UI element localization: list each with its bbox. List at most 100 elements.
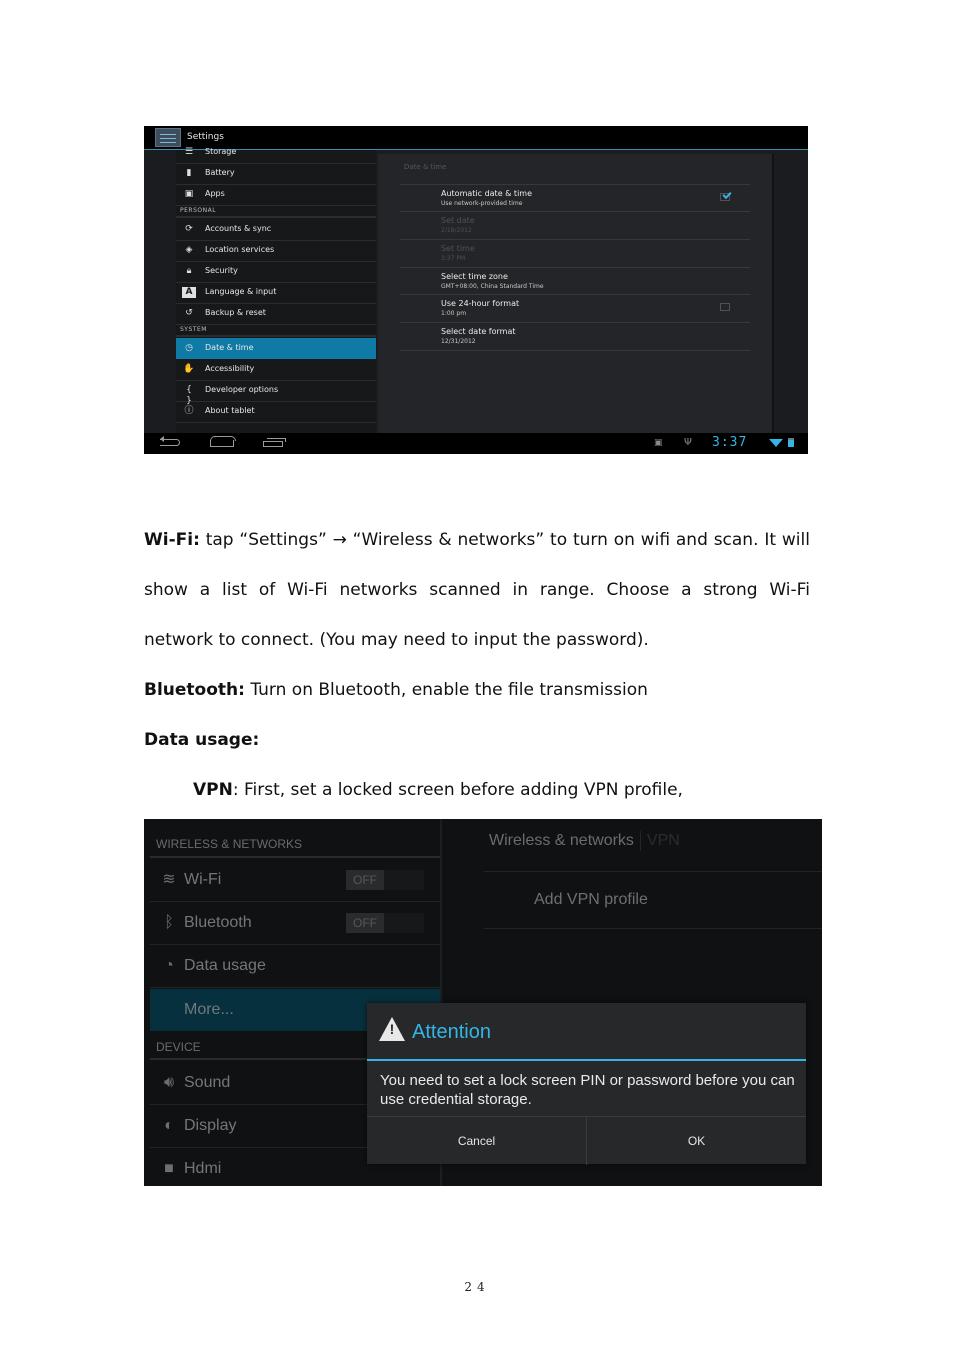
sidebar-item-bluetooth[interactable]: ᛒ Bluetooth OFF [150,902,440,945]
pref-title: Use 24-hour format [441,299,520,308]
pref-summary: 3:37 PM [441,255,466,262]
sidebar-item-label: Battery [205,168,235,177]
vpn-label: VPN [193,780,233,800]
breadcrumb-current: VPN [646,832,680,850]
section-header-system: SYSTEM [180,326,207,333]
toggle-state: OFF [346,913,384,933]
sidebar-item-battery[interactable]: ▮ Battery [176,163,376,185]
vpn-text: : First, set a locked screen before addi… [232,780,683,800]
system-navigation-bar: ▣ Ψ 3:37 [144,433,808,454]
checkbox-checked[interactable] [720,193,730,201]
add-vpn-profile-button[interactable]: Add VPN profile [534,891,648,909]
usb-icon: Ψ [684,437,692,448]
pref-summary: 2/18/2012 [441,227,472,234]
home-icon[interactable] [210,436,236,447]
sidebar-item-label: Data usage [184,957,266,974]
sidebar-item-label: Hdmi [184,1160,222,1177]
word: show [144,580,188,600]
word: a [199,580,211,600]
word: → [332,530,347,550]
display-icon: ◐ [164,1117,174,1134]
sidebar-item-date-time[interactable]: ◷ Date & time [176,338,376,359]
wifi-label: Wi-Fi: [144,530,200,550]
section-header-wireless-networks: WIRELESS & NETWORKS [156,837,303,851]
word: a [681,580,692,600]
sidebar-item-apps[interactable]: ▣ Apps [176,184,376,206]
word: It [764,530,777,550]
pref-set-time[interactable]: Set time 3:37 PM [400,239,750,267]
word: strong [703,580,758,600]
sidebar-item-security[interactable]: 🔒︎ Security [176,261,376,283]
sync-icon: ⟳ [185,224,193,234]
sidebar-item-location-services[interactable]: ◈ Location services [176,240,376,262]
word: Wi-Fi [287,580,328,600]
pref-select-time-zone[interactable]: Select time zone GMT+08:00, China Standa… [400,267,750,295]
sidebar-item-backup-reset[interactable]: ↺ Backup & reset [176,303,376,325]
wifi-icon: ≋ [162,871,176,888]
breadcrumb-separator [639,831,641,851]
pref-title: Automatic date & time [441,189,533,198]
breadcrumb-parent[interactable]: Wireless & networks [489,832,634,849]
sidebar-item-developer-options[interactable]: { } Developer options [176,380,376,406]
data-usage-label: Data usage: [144,730,260,750]
word: of [258,580,276,600]
cancel-button[interactable]: Cancel [367,1117,587,1165]
pref-automatic-date-time[interactable]: Automatic date & time Use network-provid… [400,184,750,212]
bluetooth-icon: ᛒ [164,914,174,931]
sidebar-item-data-usage[interactable]: ◔ Data usage [150,945,440,988]
checkbox-unchecked[interactable] [720,303,730,311]
back-icon[interactable] [160,436,180,446]
ok-button[interactable]: OK [587,1117,806,1165]
sidebar-item-accounts-sync[interactable]: ⟳ Accounts & sync [176,219,376,241]
word: Choose [606,580,670,600]
sidebar-item-wifi[interactable]: ≋ Wi-Fi OFF [150,859,440,902]
location-icon: ◈ [185,245,193,255]
word: range. [539,580,595,600]
word: in [512,580,529,600]
sidebar-item-language-input[interactable]: A Language & input [176,282,376,304]
pref-summary: Use network-provided time [441,200,523,207]
clock-icon: ◷ [185,343,193,353]
sidebar-item-accessibility[interactable]: ✋ Accessibility [176,359,376,381]
settings-date-time-screenshot: Settings ☰ Storage ▮ Battery ▣ Apps PERS… [144,126,808,454]
bluetooth-text: Turn on Bluetooth, enable the file trans… [244,680,648,700]
dialog-title: Attention [412,1021,491,1043]
dialog-button-bar: Cancel OK [367,1116,806,1165]
developer-braces-icon: { } [186,385,192,406]
sidebar-item-label: About tablet [205,406,255,415]
sidebar-item-label: Language & input [205,287,277,296]
attention-dialog: ! Attention You need to set a lock scree… [367,1003,806,1165]
storage-icon: ☰ [184,147,194,157]
accessibility-hand-icon: ✋ [183,364,195,374]
word: scanned [429,580,501,600]
sidebar-item-about-tablet[interactable]: ⓘ About tablet [176,401,376,423]
pref-summary: 1:00 pm [441,310,467,317]
pref-select-date-format[interactable]: Select date format 12/31/2012 [400,322,750,351]
sidebar-item-storage[interactable]: ☰ Storage [176,142,376,164]
panel-title: Date & time [404,163,447,171]
wifi-paragraph-line-1: Wi-Fi: tap “Settings” → “Wireless & networks”… [144,530,810,550]
divider [176,335,376,337]
wifi-toggle[interactable]: OFF [346,870,424,890]
sidebar-item-label: Bluetooth [184,914,252,931]
bluetooth-toggle[interactable]: OFF [346,913,424,933]
app-title: Settings [187,132,224,142]
sound-icon: 🔊︎ [163,1074,175,1091]
recent-apps-icon[interactable] [263,438,286,447]
section-header-personal: PERSONAL [180,207,217,214]
wifi-paragraph-line-2: show a list of Wi-Fi networks scanned in range. C… [144,580,810,600]
divider [176,216,376,218]
dialog-message: You need to set a lock screen PIN or pas… [380,1072,795,1108]
toggle-state: OFF [346,870,384,890]
data-usage-heading: Data usage: [144,730,810,750]
battery-status-icon [788,438,794,447]
status-clock: 3:37 [712,435,748,450]
sidebar-item-label: More... [184,1001,234,1018]
pref-use-24-hour-format[interactable]: Use 24-hour format 1:00 pm [400,294,750,322]
word: list [222,580,248,600]
pref-set-date[interactable]: Set date 2/18/2012 [400,211,750,239]
wifi-paragraph-line-3: network to connect. (You may need to inp… [144,630,649,650]
warning-icon: ! [379,1017,405,1041]
sidebar-item-label: Apps [205,189,225,198]
language-icon: A [182,287,196,298]
